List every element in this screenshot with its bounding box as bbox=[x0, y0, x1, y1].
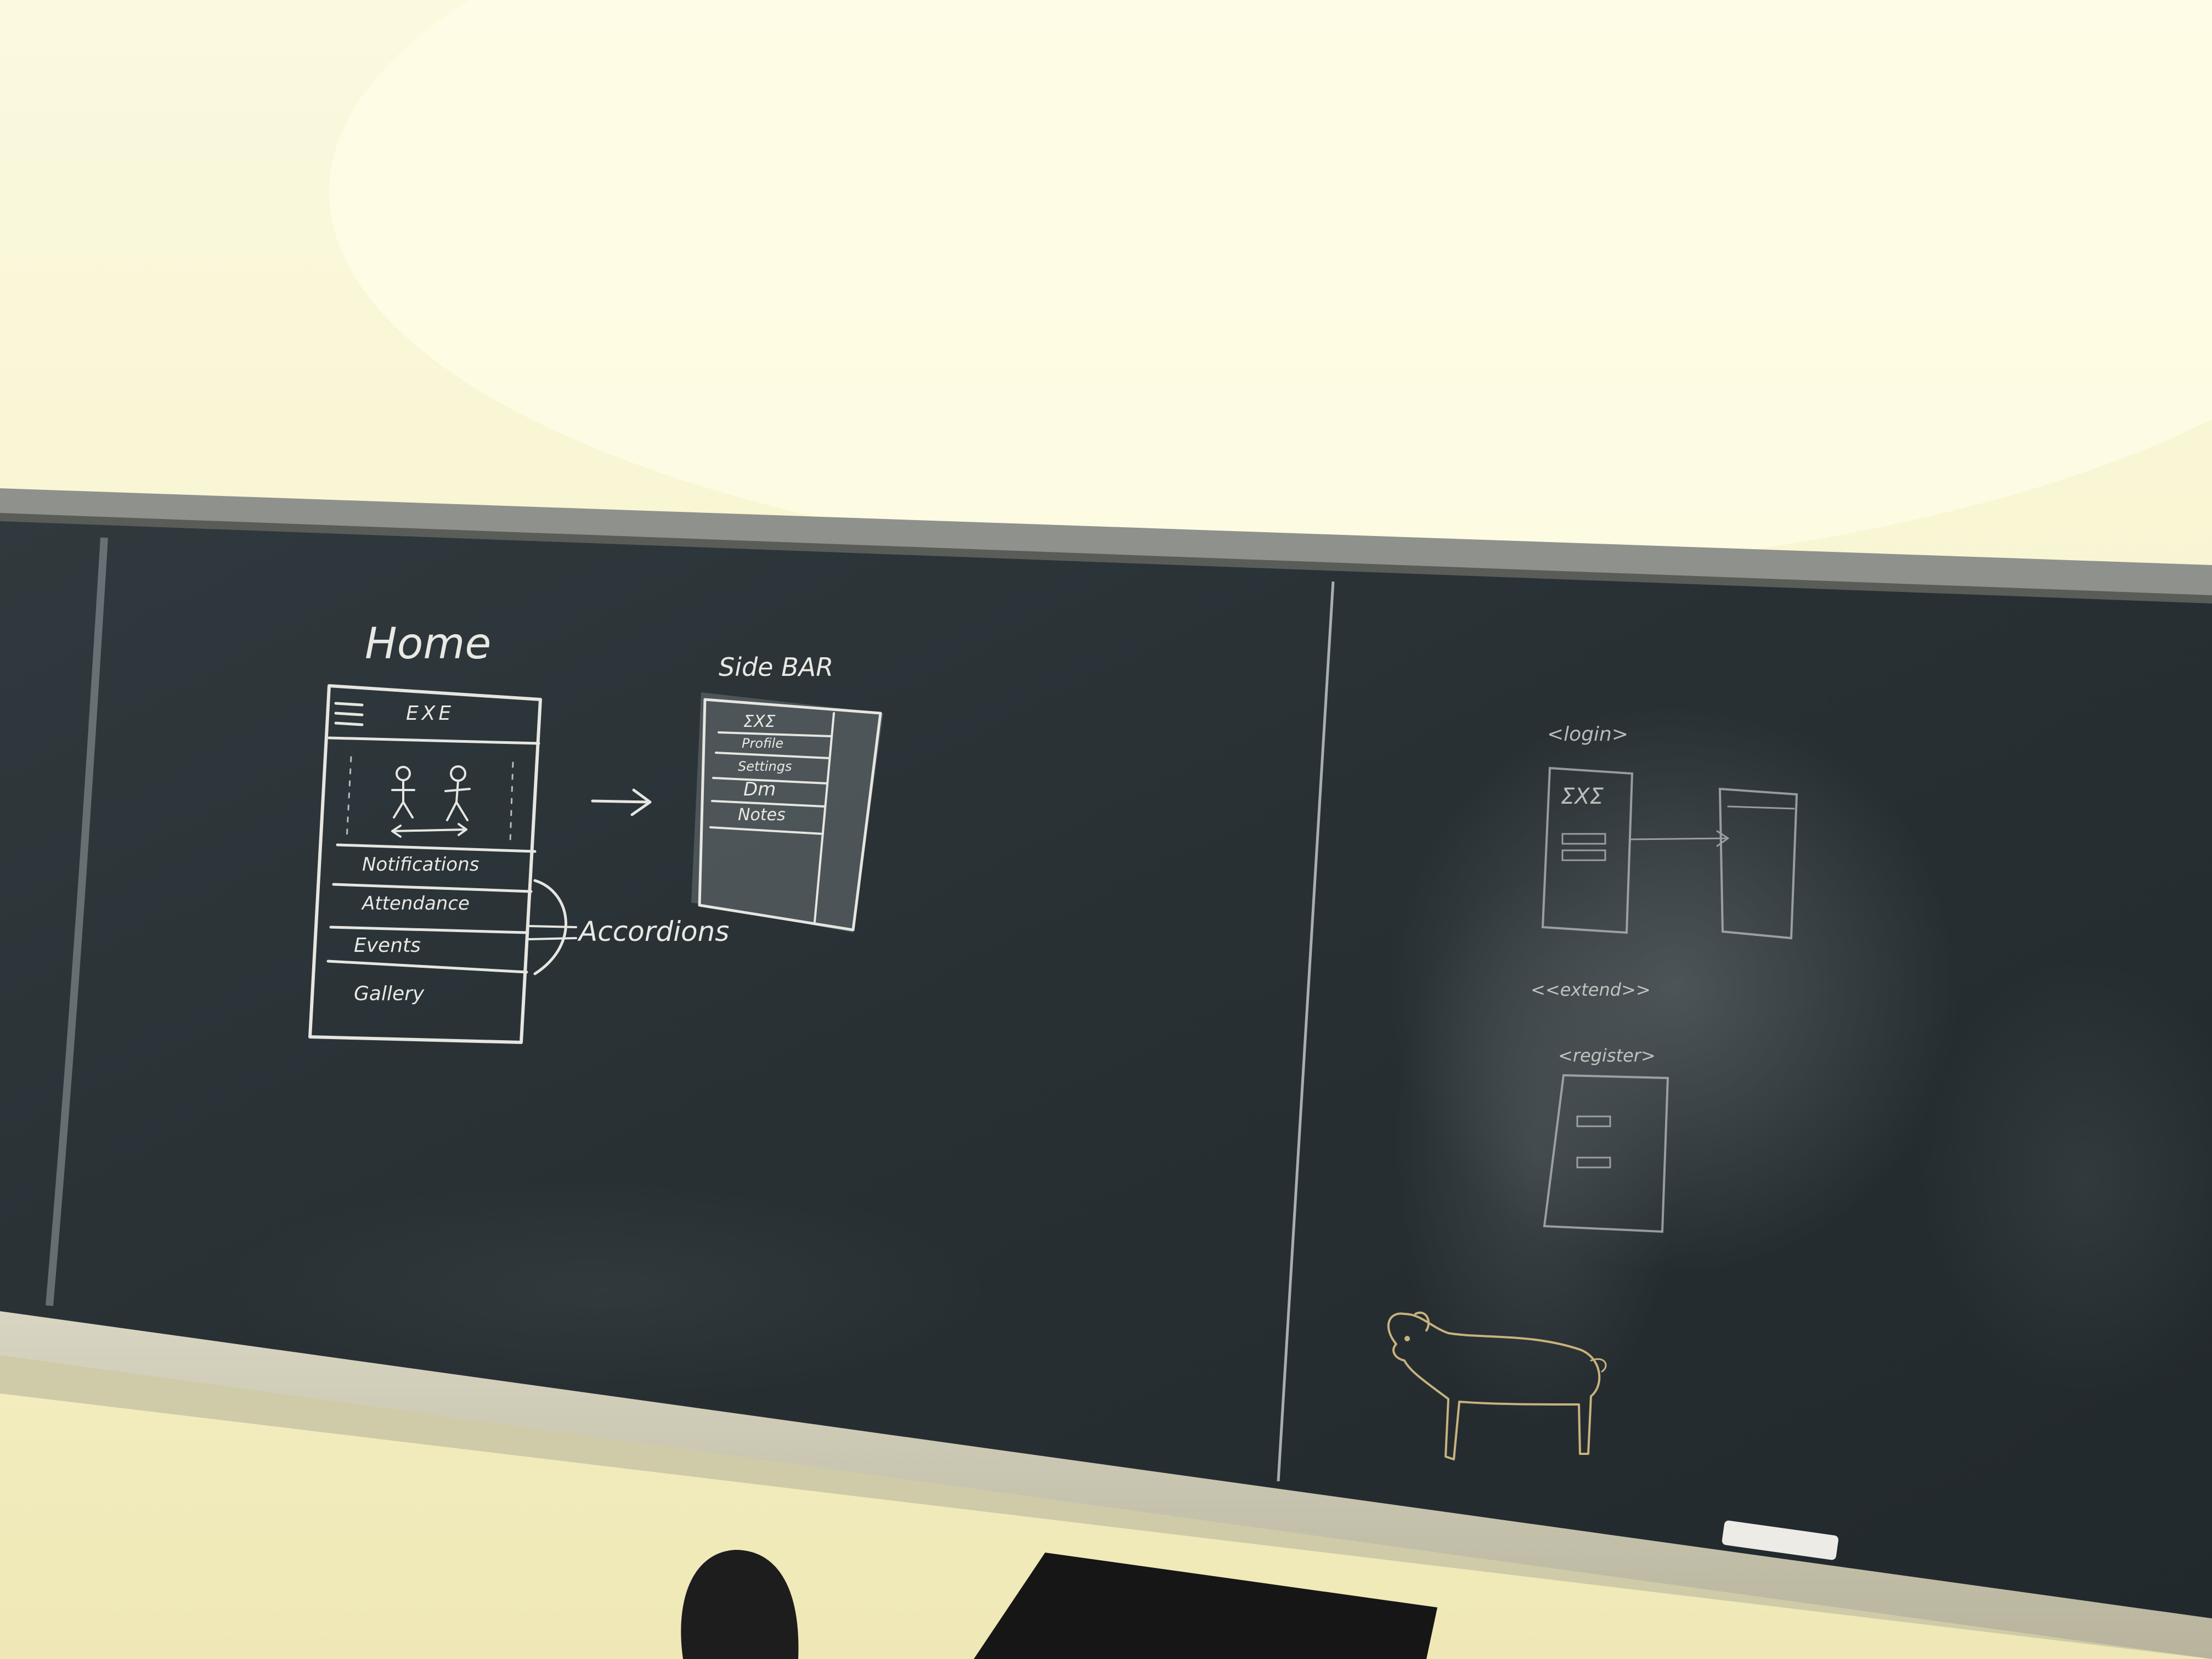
home-header-label: EXE bbox=[406, 702, 454, 725]
sidebar-item-logo: ΣXΣ bbox=[743, 712, 776, 731]
sidebar-item-notes: Notes bbox=[738, 805, 786, 825]
eraser-smudge-2 bbox=[1393, 878, 1679, 1426]
sidebar-title: Side BAR bbox=[719, 652, 833, 682]
home-item-notifications: Notifications bbox=[362, 854, 479, 876]
home-item-attendance: Attendance bbox=[361, 893, 470, 915]
sidebar-item-profile: Profile bbox=[742, 736, 783, 751]
wall-light bbox=[329, 0, 2212, 576]
chalkboard-photo: Home EXE Notifications Attendance Events… bbox=[0, 0, 2212, 1659]
register-label: <register> bbox=[1558, 1045, 1656, 1066]
extend-label: <<extend>> bbox=[1531, 979, 1651, 1000]
home-title: Home bbox=[365, 619, 491, 669]
photo-stage: Home EXE Notifications Attendance Events… bbox=[0, 0, 2212, 1659]
login-label: <login> bbox=[1547, 723, 1628, 746]
sidebar-item-dm: Dm bbox=[743, 778, 776, 800]
login-screen-logo: ΣXΣ bbox=[1561, 784, 1604, 809]
desk-top bbox=[974, 1553, 1437, 1659]
home-item-events: Events bbox=[354, 934, 421, 957]
sidebar-smudge bbox=[691, 692, 883, 933]
chair-back bbox=[681, 1550, 799, 1659]
dog-eye-icon bbox=[1404, 1336, 1410, 1341]
accordions-annotation: Accordions bbox=[577, 916, 729, 947]
sidebar-item-settings: Settings bbox=[738, 759, 792, 774]
accordion-pointer-2 bbox=[528, 937, 577, 940]
home-item-gallery: Gallery bbox=[354, 983, 425, 1005]
accordion-pointer bbox=[528, 925, 577, 928]
